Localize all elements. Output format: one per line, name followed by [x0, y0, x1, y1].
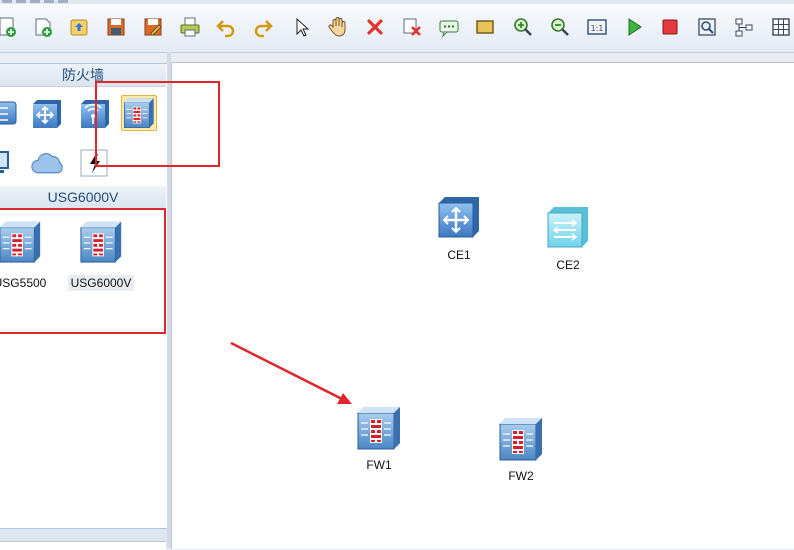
fit-button[interactable]: 1:1 [584, 14, 610, 40]
hand-icon [328, 17, 346, 37]
device-usg5500[interactable]: USG5500 [0, 220, 54, 292]
firewall-icon [123, 97, 155, 129]
new-file-icon [0, 17, 16, 37]
redo-button[interactable] [250, 14, 276, 40]
wireless-ap-icon [81, 100, 109, 128]
print-button[interactable] [177, 14, 203, 40]
main-toolbar: 1:1 [0, 4, 794, 53]
ce-switch-icon [438, 197, 479, 238]
topology-icon [735, 18, 753, 37]
fit-icon: 1:1 [587, 19, 607, 35]
stop-icon [662, 19, 678, 35]
delete-links-button[interactable] [399, 14, 425, 40]
pc-icon [0, 151, 9, 173]
category-wlan-icon[interactable] [77, 96, 111, 130]
grid-icon [772, 18, 790, 36]
device-usg6000v[interactable]: USG6000V [67, 220, 135, 292]
start-button[interactable] [621, 14, 647, 40]
text-button[interactable] [436, 14, 462, 40]
node-ce2[interactable]: CE2 [538, 205, 598, 272]
new-example-icon [35, 18, 52, 37]
rectangle-button[interactable] [472, 14, 498, 40]
node-fw1[interactable]: FW1 [349, 405, 409, 472]
save-button[interactable] [103, 14, 129, 40]
open-button[interactable] [66, 14, 92, 40]
new-example-button[interactable] [30, 14, 56, 40]
node-label: FW1 [366, 458, 392, 472]
open-folder-icon [70, 19, 88, 36]
node-label: CE2 [556, 258, 580, 272]
category-switch-icon[interactable] [29, 96, 63, 130]
firewall-usg5500-icon [0, 221, 41, 263]
save-as-button[interactable] [140, 14, 166, 40]
title-text-glyphs [2, 0, 72, 3]
connection-icon [80, 149, 108, 177]
save-icon [107, 18, 125, 36]
play-icon [628, 18, 642, 36]
firewall-usg6000v-icon [80, 221, 122, 263]
category-title: 防火墙 [0, 64, 166, 87]
category-firewall-icon[interactable] [121, 95, 157, 131]
zoom-in-button[interactable] [510, 14, 536, 40]
capture-button[interactable] [694, 14, 720, 40]
panel-footer [0, 528, 167, 550]
delete-icon [367, 19, 383, 35]
zoom-in-icon [514, 18, 532, 36]
rectangle-icon [476, 20, 494, 34]
svg-text:1:1: 1:1 [591, 24, 604, 33]
delete-button[interactable] [362, 14, 388, 40]
node-fw2[interactable]: FW2 [491, 416, 551, 483]
category-router-icon[interactable] [0, 96, 22, 130]
cloud-icon [31, 153, 63, 174]
capture-icon [698, 18, 716, 36]
new-topology-button[interactable] [0, 14, 20, 40]
device-label: USG5500 [0, 276, 47, 290]
stop-button[interactable] [657, 14, 683, 40]
node-label: CE1 [447, 248, 471, 262]
print-icon [180, 17, 200, 37]
pointer-icon [296, 17, 310, 37]
ce-switch-light-icon [547, 207, 588, 248]
undo-icon [216, 20, 235, 38]
move-button[interactable] [325, 14, 351, 40]
firewall-icon [499, 417, 543, 461]
delete-link-icon [403, 18, 421, 36]
text-note-icon [439, 20, 459, 38]
category-connection-icon[interactable] [77, 146, 111, 180]
undo-button[interactable] [213, 14, 239, 40]
zoom-out-icon [551, 18, 569, 36]
device-label: USG6000V [67, 275, 135, 291]
node-ce1[interactable]: CE1 [429, 195, 489, 262]
save-as-icon [144, 18, 162, 36]
model-title: USG6000V [0, 186, 166, 209]
topology-button[interactable] [731, 14, 757, 40]
router-icon [0, 101, 17, 125]
redo-icon [254, 20, 273, 38]
firewall-icon [357, 406, 401, 450]
select-button[interactable] [288, 14, 314, 40]
grid-button[interactable] [768, 14, 794, 40]
zoom-out-button[interactable] [547, 14, 573, 40]
category-cloud-icon[interactable] [31, 146, 65, 180]
topology-canvas[interactable]: CE1 CE2 FW1 FW2 [171, 62, 794, 549]
device-panel: 防火墙 USG6000V USG5500 USG6000V [0, 63, 168, 531]
category-terminal-icon[interactable] [0, 146, 22, 180]
panel-footer-bar [0, 541, 166, 550]
switch-icon [33, 100, 61, 128]
node-label: FW2 [508, 469, 534, 483]
